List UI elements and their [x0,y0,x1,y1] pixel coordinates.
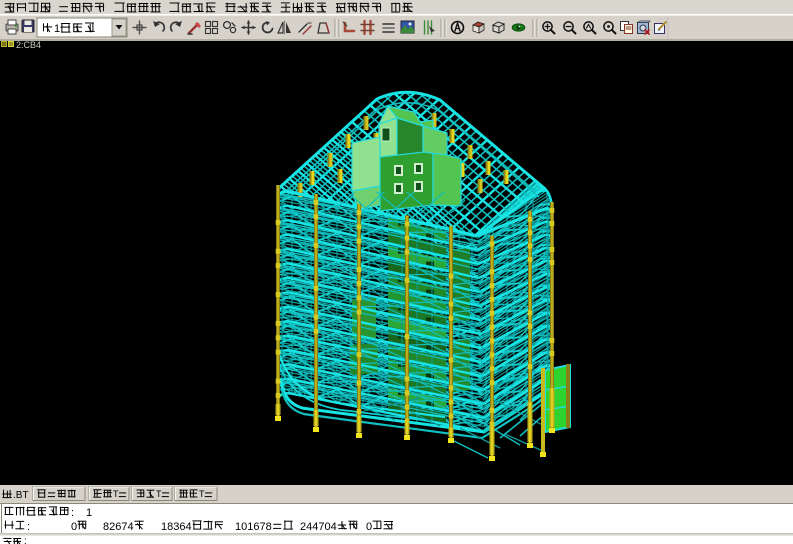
svg-text:244704: 244704 [300,521,337,533]
svg-text:0: 0 [366,521,372,533]
svg-text:101678: 101678 [235,521,272,533]
svg-text:.BT: .BT [13,490,29,501]
svg-text:T: T [113,489,119,499]
svg-text:T: T [156,489,162,499]
svg-text:82674: 82674 [103,521,134,533]
svg-text:18364: 18364 [161,521,192,533]
svg-text:1: 1 [86,507,92,519]
svg-text:2:CB4: 2:CB4 [16,41,41,50]
svg-text::: : [27,521,30,533]
svg-text:T: T [199,489,205,499]
svg-text::: : [24,536,27,544]
svg-text:0: 0 [71,521,77,533]
svg-text:1: 1 [54,23,60,35]
svg-text::: : [71,507,74,519]
